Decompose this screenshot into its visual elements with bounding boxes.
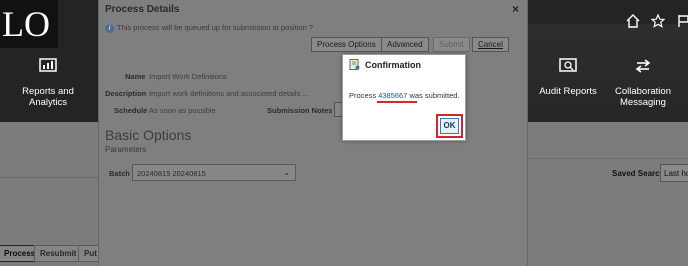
- process-options-button[interactable]: Process Options: [311, 37, 382, 52]
- nav-tile-audit-reports[interactable]: Audit Reports: [538, 58, 598, 97]
- ok-button[interactable]: OK: [440, 118, 459, 134]
- nav-tile-label: Reports and Analytics: [22, 86, 74, 108]
- queue-info-message: i This process will be queued up for subm…: [105, 23, 313, 33]
- resubmit-button[interactable]: Resubmit: [34, 245, 83, 262]
- arrows-exchange-icon: [635, 59, 651, 73]
- nav-tile-label: Collaboration Messaging: [615, 86, 671, 108]
- home-icon[interactable]: [626, 14, 640, 28]
- schedule-value: As soon as possible: [149, 106, 216, 115]
- confirmation-message: Process 4385667 was submitted.: [349, 91, 460, 100]
- highlight-underline: [377, 101, 417, 103]
- report-chart-icon: [39, 58, 57, 72]
- batch-value: 20240815 20240815: [137, 169, 206, 178]
- batch-label: Batch: [109, 169, 130, 178]
- message-suffix: was submitted.: [407, 91, 460, 100]
- name-label: Name: [125, 72, 146, 81]
- close-icon[interactable]: ×: [512, 2, 519, 16]
- process-number: 4385667: [378, 91, 408, 100]
- favorite-star-icon[interactable]: [651, 14, 665, 28]
- info-icon: i: [105, 24, 114, 33]
- saved-search-select[interactable]: Last ho: [660, 164, 688, 182]
- confirmation-document-icon: [349, 59, 360, 70]
- logo: LO: [0, 0, 58, 48]
- confirmation-dialog: Confirmation Process 4385667 was submitt…: [342, 54, 466, 141]
- audit-report-icon: [559, 58, 577, 72]
- submission-notes-label: Submission Notes: [267, 106, 333, 115]
- confirmation-title: Confirmation: [365, 60, 421, 70]
- flag-icon[interactable]: [677, 14, 688, 28]
- schedule-label: Schedule: [114, 106, 148, 115]
- cancel-button[interactable]: Cancel: [472, 37, 509, 52]
- info-text: This process will be queued up for submi…: [117, 23, 313, 32]
- chevron-down-icon: ⌄: [283, 168, 290, 177]
- submit-button: Submit: [433, 37, 470, 52]
- description-value: Import work definitions and associated d…: [149, 89, 309, 98]
- nav-tile-label: Audit Reports: [539, 86, 597, 97]
- divider: [528, 158, 688, 159]
- saved-search-label: Saved Search: [612, 169, 665, 178]
- description-label: Description: [105, 89, 147, 98]
- nav-tile-collaboration-messaging[interactable]: Collaboration Messaging: [610, 58, 676, 108]
- divider: [0, 177, 98, 178]
- message-prefix: Process: [349, 91, 379, 100]
- name-value: Import Work Definitions: [149, 72, 227, 81]
- dialog-title: Process Details: [105, 4, 180, 15]
- basic-options-heading: Basic Options: [105, 127, 192, 143]
- batch-select[interactable]: 20240815 20240815 ⌄: [132, 164, 296, 181]
- nav-tile-reports-analytics[interactable]: Reports and Analytics: [18, 58, 78, 108]
- parameters-label: Parameters: [105, 145, 147, 154]
- advanced-button[interactable]: Advanced: [381, 37, 429, 52]
